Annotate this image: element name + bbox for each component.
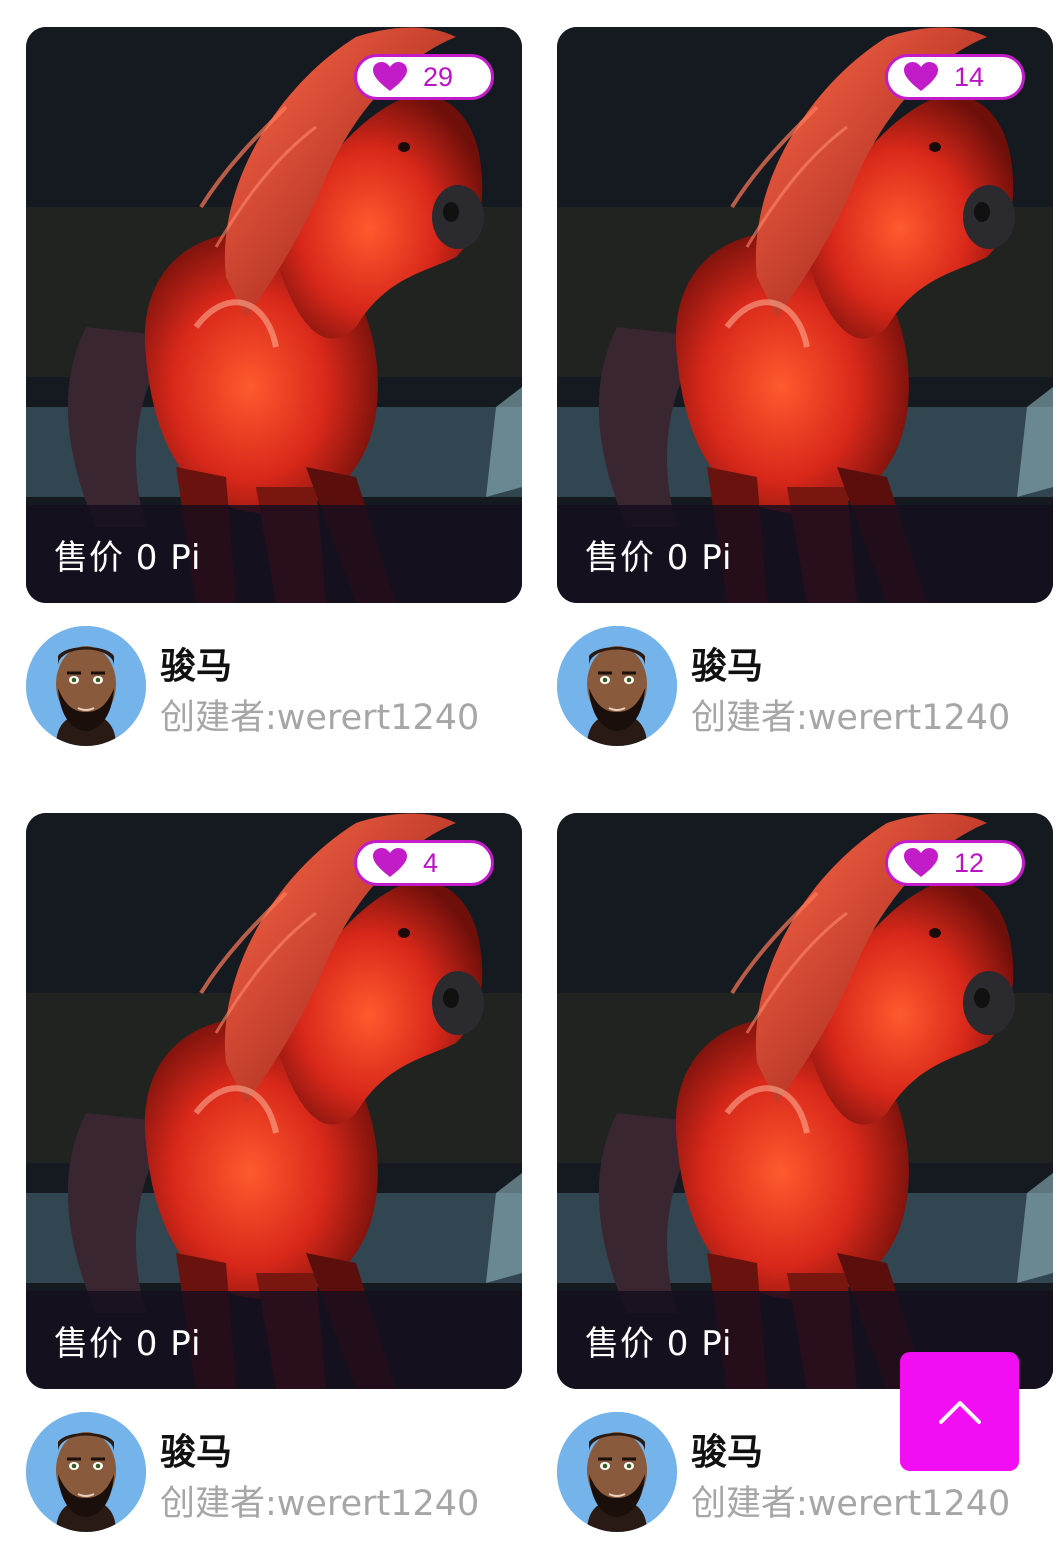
scroll-to-top-button[interactable] xyxy=(900,1352,1019,1471)
bearded-man-avatar-icon xyxy=(557,626,677,746)
price-bar: 售价 0 Pi xyxy=(26,505,522,603)
heart-icon xyxy=(904,848,938,877)
nft-card-grid: 29 售价 0 Pi 骏马 创建者:werert1240 14 售价 0 Pi … xyxy=(0,0,1060,1558)
bearded-man-avatar-icon xyxy=(26,626,146,746)
artwork-title: 骏马 xyxy=(691,1432,764,1473)
nft-card[interactable]: 14 售价 0 Pi 骏马 创建者:werert1240 xyxy=(557,27,1053,746)
heart-icon xyxy=(373,848,407,877)
price-bar: 售价 0 Pi xyxy=(557,505,1053,603)
creator-avatar[interactable] xyxy=(26,626,146,746)
chevron-up-icon xyxy=(938,1400,981,1424)
bearded-man-avatar-icon xyxy=(26,1412,146,1532)
like-badge[interactable]: 4 xyxy=(354,840,494,886)
artwork-image[interactable]: 12 售价 0 Pi xyxy=(557,813,1053,1389)
like-badge[interactable]: 12 xyxy=(885,840,1025,886)
artwork-image[interactable]: 14 售价 0 Pi xyxy=(557,27,1053,603)
creator-name[interactable]: 创建者:werert1240 xyxy=(691,689,1010,740)
artwork-title: 骏马 xyxy=(160,646,233,687)
like-badge[interactable]: 29 xyxy=(354,54,494,100)
price-label: 售价 0 Pi xyxy=(54,537,202,578)
price-bar: 售价 0 Pi xyxy=(26,1291,522,1389)
nft-card[interactable]: 29 售价 0 Pi 骏马 创建者:werert1240 xyxy=(26,27,522,746)
creator-avatar[interactable] xyxy=(26,1412,146,1532)
price-label: 售价 0 Pi xyxy=(585,537,733,578)
card-meta: 骏马 创建者:werert1240 xyxy=(26,1389,522,1532)
bearded-man-avatar-icon xyxy=(557,1412,677,1532)
like-badge[interactable]: 14 xyxy=(885,54,1025,100)
card-meta: 骏马 创建者:werert1240 xyxy=(557,603,1053,746)
creator-name[interactable]: 创建者:werert1240 xyxy=(160,1475,479,1526)
artwork-title: 骏马 xyxy=(691,646,764,687)
price-label: 售价 0 Pi xyxy=(54,1323,202,1364)
like-count: 4 xyxy=(423,847,439,878)
creator-name[interactable]: 创建者:werert1240 xyxy=(160,689,479,740)
like-count: 14 xyxy=(954,61,985,92)
creator-avatar[interactable] xyxy=(557,626,677,746)
heart-icon xyxy=(373,62,407,91)
creator-avatar[interactable] xyxy=(557,1412,677,1532)
artwork-image[interactable]: 4 售价 0 Pi xyxy=(26,813,522,1389)
nft-card[interactable]: 4 售价 0 Pi 骏马 创建者:werert1240 xyxy=(26,813,522,1532)
heart-icon xyxy=(904,62,938,91)
like-count: 29 xyxy=(423,61,454,92)
creator-name[interactable]: 创建者:werert1240 xyxy=(691,1475,1010,1526)
price-label: 售价 0 Pi xyxy=(585,1323,733,1364)
artwork-image[interactable]: 29 售价 0 Pi xyxy=(26,27,522,603)
like-count: 12 xyxy=(954,847,985,878)
artwork-title: 骏马 xyxy=(160,1432,233,1473)
card-meta: 骏马 创建者:werert1240 xyxy=(26,603,522,746)
